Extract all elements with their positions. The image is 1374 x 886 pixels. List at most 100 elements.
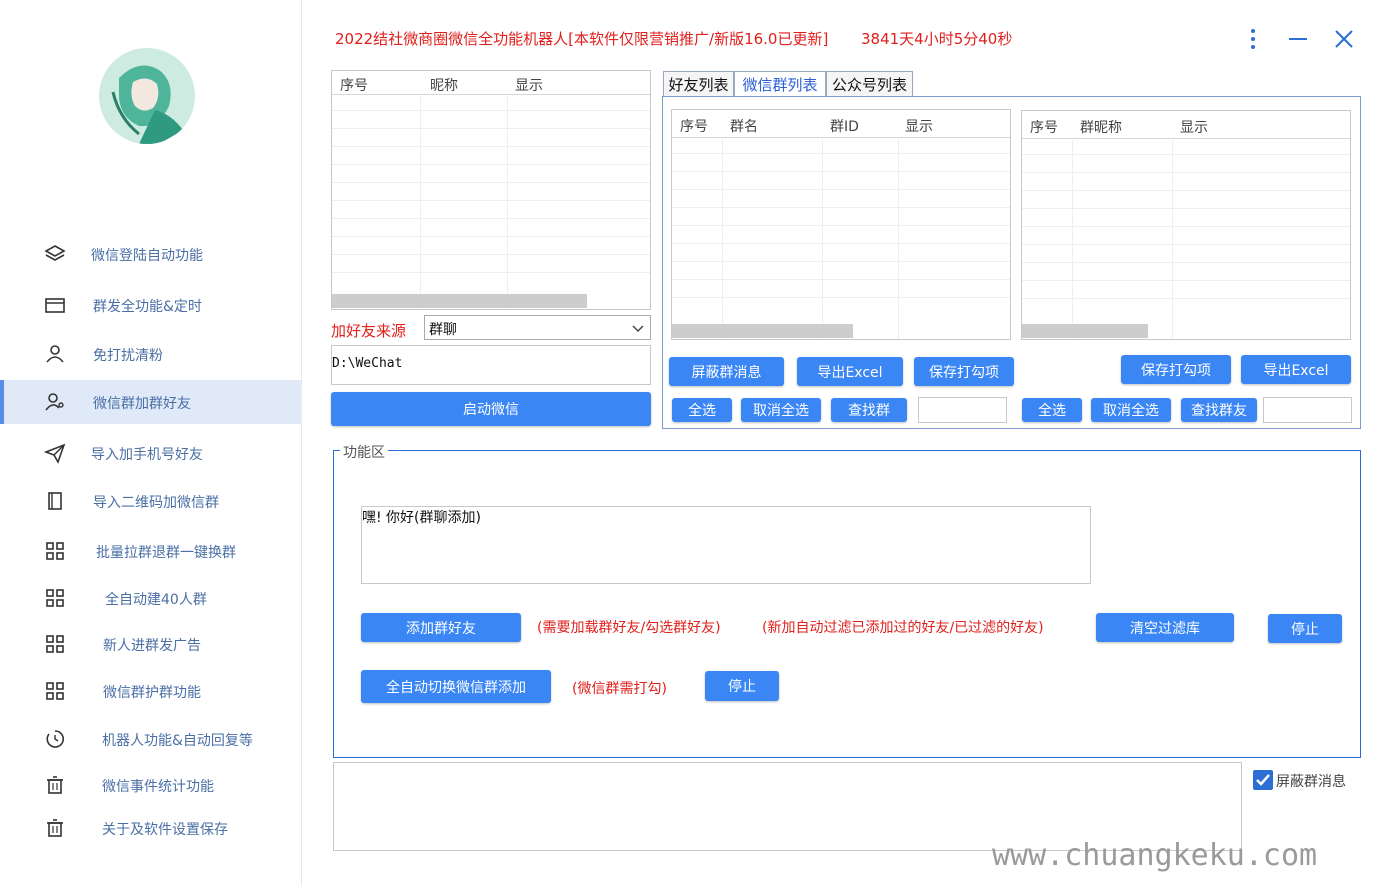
- find-group-input[interactable]: [918, 397, 1007, 423]
- block-group-messages-checkbox[interactable]: [1253, 770, 1273, 790]
- sidebar-item-label: 导入二维码加微信群: [93, 495, 219, 511]
- column-header: 群ID: [830, 119, 859, 135]
- column-header: 昵称: [430, 78, 458, 94]
- find-group-button[interactable]: 查找群: [831, 398, 907, 422]
- tab-friend-list[interactable]: 好友列表: [663, 71, 734, 97]
- window-title: 2022结社微商圈微信全功能机器人[本软件仅限营销推广/新版16.0已更新]: [335, 30, 829, 48]
- sidebar-item-label: 全自动建40人群: [105, 592, 207, 608]
- sidebar-item[interactable]: 群发全功能&定时: [0, 283, 301, 327]
- column-header: 显示: [905, 119, 933, 135]
- table-header: 序号 昵称 显示: [332, 71, 650, 95]
- add-group-friends-button[interactable]: 添加群好友: [361, 613, 521, 642]
- sidebar-item[interactable]: 全自动建40人群: [0, 576, 301, 620]
- block-group-messages-button[interactable]: 屏蔽群消息: [669, 357, 784, 386]
- save-checked-button[interactable]: 保存打勾项: [914, 357, 1014, 386]
- column-header: 序号: [680, 119, 708, 135]
- grid-icon: [44, 680, 66, 702]
- sidebar-item[interactable]: 免打扰清粉: [0, 332, 301, 376]
- greeting-message-text: 嘿! 你好(群聊添加): [362, 510, 481, 526]
- close-icon[interactable]: [1331, 26, 1357, 52]
- sidebar-item[interactable]: 微信群护群功能: [0, 669, 301, 713]
- minimize-icon[interactable]: [1285, 26, 1311, 52]
- export-excel-button[interactable]: 导出Excel: [797, 357, 903, 386]
- find-member-input[interactable]: [1263, 397, 1352, 423]
- greeting-message-textarea[interactable]: 嘿! 你好(群聊添加): [361, 506, 1091, 584]
- sidebar-item[interactable]: 导入二维码加微信群: [0, 479, 301, 523]
- select-value: 群聊: [429, 322, 457, 338]
- clear-filter-library-button[interactable]: 清空过滤库: [1096, 613, 1234, 642]
- add-friends-note: (需要加载群好友/勾选群好友): [537, 620, 721, 636]
- sidebar-item[interactable]: 微信群加群好友: [0, 380, 301, 424]
- sidebar-item[interactable]: 关于及软件设置保存: [0, 806, 301, 850]
- sidebar-item-label: 免打扰清粉: [93, 348, 163, 364]
- group-member-table[interactable]: 序号 群昵称 显示: [1021, 110, 1351, 340]
- trash-icon: [44, 774, 66, 796]
- send-icon: [43, 442, 66, 464]
- function-area-legend: 功能区: [340, 442, 388, 462]
- sidebar-item-label: 微信事件统计功能: [102, 779, 214, 795]
- horizontal-scrollbar[interactable]: [672, 324, 853, 338]
- user-group-icon: [44, 391, 66, 413]
- user-icon: [44, 343, 66, 365]
- group-table[interactable]: 序号 群名 群ID 显示: [671, 109, 1011, 340]
- start-wechat-button[interactable]: 启动微信: [331, 392, 651, 426]
- horizontal-scrollbar[interactable]: [332, 294, 587, 308]
- grid-icon: [44, 587, 66, 609]
- group-deselect-all-button[interactable]: 取消全选: [741, 398, 821, 422]
- sidebar-item[interactable]: 机器人功能&自动回复等: [0, 717, 301, 761]
- sidebar-item-label: 关于及软件设置保存: [102, 822, 228, 838]
- sidebar-item-label: 导入加手机号好友: [91, 447, 203, 463]
- table-grid: [1022, 140, 1350, 339]
- trash-icon: [44, 817, 66, 839]
- wechat-path-input[interactable]: D:\WeChat: [331, 345, 651, 385]
- sidebar-item[interactable]: 新人进群发广告: [0, 622, 301, 666]
- sidebar-item-label: 机器人功能&自动回复等: [102, 733, 253, 749]
- member-deselect-all-button[interactable]: 取消全选: [1091, 398, 1171, 422]
- table-header: 序号 群名 群ID 显示: [672, 110, 1010, 138]
- column-header: 显示: [515, 78, 543, 94]
- path-value: D:\WeChat: [332, 356, 403, 371]
- sidebar-item-label: 新人进群发广告: [103, 638, 201, 654]
- table-grid: [332, 96, 650, 309]
- avatar[interactable]: [99, 48, 195, 144]
- sidebar-item[interactable]: 微信登陆自动功能: [0, 232, 301, 276]
- chevron-down-icon: [632, 322, 644, 338]
- block-group-messages-label: 屏蔽群消息: [1276, 774, 1346, 790]
- layers-icon: [44, 243, 66, 265]
- column-header: 序号: [340, 78, 368, 94]
- column-header: 显示: [1180, 120, 1208, 136]
- sidebar-item-label: 微信登陆自动功能: [91, 248, 203, 264]
- column-header: 群昵称: [1080, 120, 1122, 136]
- stop-button[interactable]: 停止: [1268, 614, 1342, 643]
- sidebar-item-label: 群发全功能&定时: [93, 299, 202, 315]
- friend-source-table[interactable]: 序号 昵称 显示: [331, 70, 651, 310]
- book-icon: [44, 490, 66, 512]
- checkmark-icon: [1256, 774, 1270, 786]
- member-select-all-button[interactable]: 全选: [1022, 398, 1082, 422]
- friend-source-label: 加好友来源: [331, 322, 407, 340]
- friend-source-select[interactable]: 群聊: [424, 315, 651, 340]
- function-area: [333, 450, 1361, 758]
- table-grid: [672, 139, 1010, 339]
- group-check-note: (微信群需打勾): [572, 681, 667, 697]
- sidebar-item[interactable]: 微信事件统计功能: [0, 763, 301, 807]
- stop-auto-button[interactable]: 停止: [705, 671, 779, 701]
- sidebar-item[interactable]: 导入加手机号好友: [0, 431, 301, 475]
- tab-official-accounts[interactable]: 公众号列表: [826, 71, 913, 97]
- more-menu-icon[interactable]: [1240, 26, 1266, 52]
- group-select-all-button[interactable]: 全选: [672, 398, 732, 422]
- sidebar-item-label: 微信群护群功能: [103, 685, 201, 701]
- sidebar-item[interactable]: 批量拉群退群一键换群: [0, 529, 301, 573]
- sidebar-item-label: 批量拉群退群一键换群: [96, 545, 236, 561]
- column-header: 群名: [730, 119, 758, 135]
- clock-icon: [44, 728, 66, 750]
- horizontal-scrollbar[interactable]: [1022, 324, 1148, 338]
- member-export-excel-button[interactable]: 导出Excel: [1241, 355, 1351, 384]
- grid-icon: [44, 633, 66, 655]
- watermark: www.chuangkeku.com: [992, 838, 1318, 873]
- sidebar-item-label: 微信群加群好友: [93, 396, 191, 412]
- find-member-button[interactable]: 查找群友: [1181, 398, 1257, 422]
- auto-switch-group-add-button[interactable]: 全自动切换微信群添加: [361, 670, 551, 703]
- member-save-checked-button[interactable]: 保存打勾项: [1121, 355, 1231, 384]
- tab-group-list[interactable]: 微信群列表: [734, 71, 826, 98]
